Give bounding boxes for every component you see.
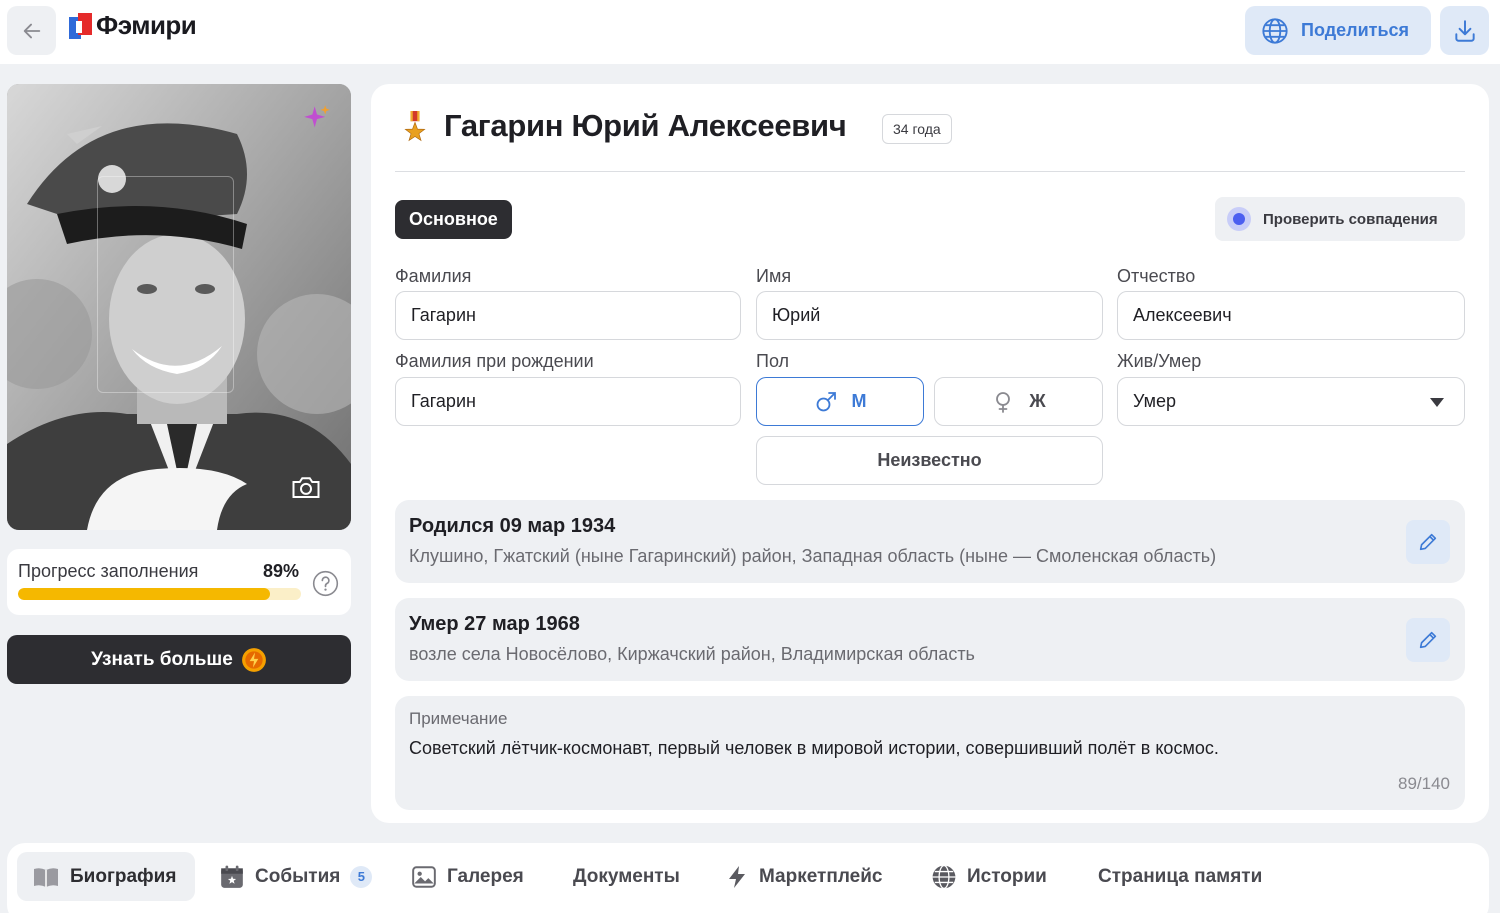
gender-female-button[interactable]: Ж [934,377,1103,426]
bottom-nav: Биография События 5 Галерея Документы Ма… [7,843,1489,913]
progress-percent: 89% [263,561,300,581]
arrow-left-icon [23,23,40,38]
tab-main-info[interactable]: Основное [395,200,512,239]
surname-field[interactable]: Гагарин [395,291,741,340]
top-bar: Фэмири Поделиться [0,0,1500,64]
download-button[interactable] [1440,6,1489,55]
death-event-title: Умер 27 мар 1968 [409,613,580,635]
tab-stories[interactable]: Истории [931,852,1047,901]
tab-memory-page-label: Страница памяти [1098,865,1263,887]
alive-select-value: Умер [1133,391,1177,411]
gallery-icon [412,865,436,888]
calendar-icon [221,865,243,888]
tab-documents-label: Документы [573,865,680,887]
gender-female-label: Ж [1029,391,1046,411]
tab-gallery-label: Галерея [447,865,524,887]
learn-more-button[interactable]: Узнать больше [7,635,351,684]
pencil-icon [1419,631,1437,649]
note-char-counter: 89/140 [1398,774,1450,793]
chevron-down-icon [1430,398,1444,407]
gender-label: Пол [756,351,790,371]
help-icon[interactable] [312,570,339,597]
edit-death-button[interactable] [1406,618,1450,662]
birth-event-title: Родился 09 мар 1934 [409,515,616,537]
medal-icon [404,111,426,142]
person-card: Гагарин Юрий Алексеевич 34 года Основное… [371,84,1489,823]
gender-male-button[interactable]: М [756,377,924,426]
profile-photo[interactable] [7,84,351,530]
face-detection-frame [97,176,234,393]
tab-biography[interactable]: Биография [17,852,196,901]
record-dot-icon [1227,207,1251,231]
gender-unknown-label: Неизвестно [877,450,982,470]
progress-label: Прогресс заполнения [18,561,199,581]
patronymic-field[interactable]: Алексеевич [1117,291,1465,340]
patronymic-label: Отчество [1117,266,1196,286]
back-button[interactable] [7,6,56,55]
tab-marketplace-label: Маркетплейс [759,865,883,887]
tab-events-label: События [255,865,341,887]
name-field[interactable]: Юрий [756,291,1103,340]
share-label: Поделиться [1301,20,1410,40]
tab-memory-page[interactable]: Страница памяти [1098,852,1262,901]
tab-stories-label: Истории [967,865,1047,887]
divider [395,171,1465,172]
lightning-icon [729,865,745,888]
note-text: Советский лётчик-космонавт, первый челов… [409,738,1219,758]
birth-event-place: Клушино, Гжатский (ныне Гагаринский) рай… [409,546,1217,566]
death-event-card[interactable]: Умер 27 мар 1968 возле села Новосёлово, … [395,598,1465,681]
birth-event-card[interactable]: Родился 09 мар 1934 Клушино, Гжатский (н… [395,500,1465,583]
male-icon [816,391,836,411]
events-count-badge: 5 [350,865,373,888]
sparkle-icon[interactable] [303,104,331,132]
globe-icon [1262,17,1288,44]
note-field[interactable]: Примечание Советский лётчик-космонавт, п… [395,696,1465,810]
progress-bar-fill [18,588,270,600]
fill-progress-card: Прогресс заполнения 89% [7,549,351,615]
tab-gallery[interactable]: Галерея [411,852,524,901]
tab-biography-label: Биография [70,865,177,887]
birth-surname-field[interactable]: Гагарин [395,377,741,426]
surname-label: Фамилия [395,266,472,286]
female-icon [996,391,1011,413]
camera-icon[interactable] [291,474,321,500]
book-icon [34,867,58,887]
globe-icon [932,864,956,889]
logo[interactable]: Фэмири [68,10,197,41]
logo-mark [68,11,94,41]
gender-unknown-button[interactable]: Неизвестно [756,436,1103,485]
download-icon [1454,19,1475,42]
death-event-place: возле села Новосёлово, Киржачский район,… [409,644,975,664]
share-button[interactable]: Поделиться [1245,6,1431,55]
name-label: Имя [756,266,792,286]
check-matches-button[interactable]: Проверить совпадения [1215,197,1465,241]
lightning-coin-icon [241,647,266,672]
check-matches-label: Проверить совпадения [1263,210,1438,228]
tab-marketplace[interactable]: Маркетплейс [725,852,882,901]
alive-label: Жив/Умер [1117,351,1202,371]
age-badge: 34 года [882,114,952,144]
edit-birth-button[interactable] [1406,520,1450,564]
note-label: Примечание [409,709,508,728]
tab-documents[interactable]: Документы [573,852,680,901]
learn-more-label: Узнать больше [91,648,233,670]
gender-male-label: М [851,391,867,411]
alive-select[interactable]: Умер [1117,377,1465,426]
logo-text: Фэмири [96,10,197,40]
tab-events[interactable]: События 5 [219,852,373,901]
person-name: Гагарин Юрий Алексеевич [444,108,847,143]
pencil-icon [1419,533,1437,551]
progress-bar [18,588,301,600]
birth-surname-label: Фамилия при рождении [395,351,594,371]
